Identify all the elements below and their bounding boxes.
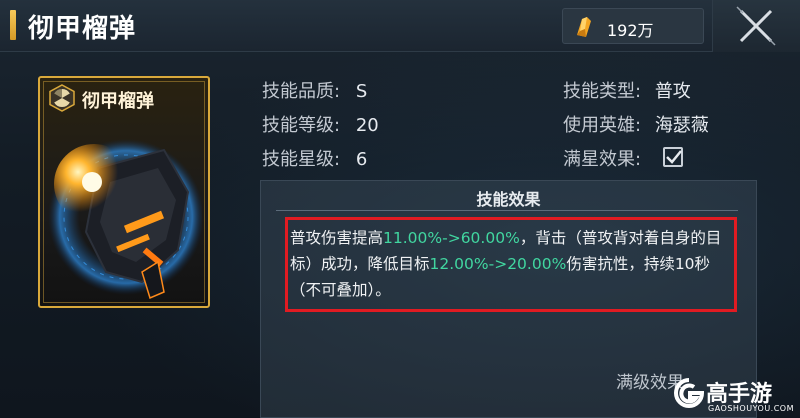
effect-value-2: 12.00%->20.00% bbox=[429, 255, 567, 273]
card-title: 彻甲榴弹 bbox=[82, 91, 154, 112]
header-bar: 彻甲榴弹 192万 bbox=[0, 0, 800, 52]
fullstar-checkbox[interactable] bbox=[663, 147, 683, 167]
watermark: 高手游 GAOSHOUYOU.COM bbox=[672, 376, 800, 418]
title-accent-bar bbox=[10, 10, 16, 40]
fullstar-row: 满星效果: bbox=[563, 145, 641, 171]
hero-label: 使用英雄: bbox=[563, 115, 642, 136]
hero-row: 使用英雄: 海瑟薇 bbox=[563, 111, 709, 137]
skill-level-value: 20 bbox=[355, 115, 379, 136]
hero-value: 海瑟薇 bbox=[654, 115, 709, 136]
effect-description: 普攻伤害提高11.00%->60.00%，背击（普攻背对着自身的目标）成功，降低… bbox=[290, 225, 730, 303]
skill-type-value: 普攻 bbox=[654, 81, 691, 102]
skill-quality-row: 技能品质: S bbox=[262, 77, 367, 103]
skill-type-row: 技能类型: 普攻 bbox=[563, 77, 691, 103]
effect-text-1: 普攻伤害提高 bbox=[290, 229, 384, 247]
close-button[interactable] bbox=[712, 0, 800, 52]
skill-card: 彻甲榴弹 bbox=[38, 76, 210, 308]
skill-level-row: 技能等级: 20 bbox=[262, 111, 379, 137]
grenade-launcher-art bbox=[48, 139, 202, 300]
skill-level-label: 技能等级: bbox=[262, 115, 341, 136]
skill-quality-label: 技能品质: bbox=[262, 81, 341, 102]
fullstar-label: 满星效果: bbox=[563, 149, 642, 170]
check-icon bbox=[666, 150, 682, 164]
watermark-logo-icon bbox=[674, 378, 705, 408]
skill-star-label: 技能星级: bbox=[262, 149, 341, 170]
close-icon bbox=[736, 6, 776, 46]
effect-value-1: 11.00%->60.00% bbox=[383, 229, 520, 247]
hex-emblem-icon bbox=[49, 84, 75, 112]
watermark-subtext: GAOSHOUYOU.COM bbox=[708, 404, 795, 413]
skill-type-label: 技能类型: bbox=[563, 81, 642, 102]
crystal-icon bbox=[577, 17, 591, 37]
currency-display[interactable]: 192万 bbox=[562, 8, 704, 44]
skill-star-value: 6 bbox=[355, 149, 368, 170]
currency-value: 192万 bbox=[607, 21, 654, 40]
effect-divider bbox=[276, 210, 738, 211]
skill-star-row: 技能星级: 6 bbox=[262, 145, 367, 171]
skill-quality-value: S bbox=[355, 81, 368, 102]
effect-title: 技能效果 bbox=[476, 190, 541, 209]
page-title: 彻甲榴弹 bbox=[28, 14, 137, 44]
